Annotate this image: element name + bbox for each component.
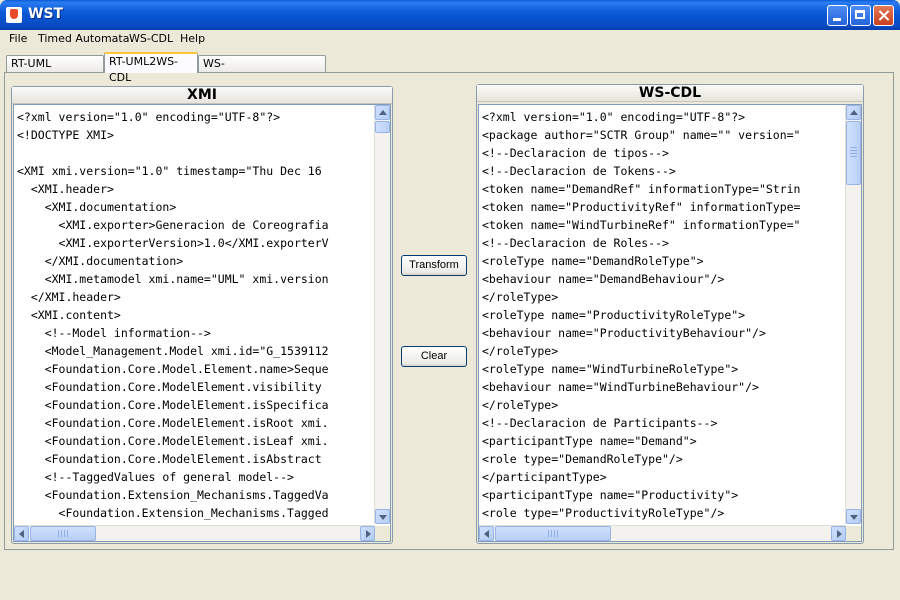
ws-cdl-code-line: </roleType> — [482, 398, 559, 412]
ws-cdl-code-line: <!--Declaracion de Tokens--> — [482, 164, 676, 178]
tab-ws-cdl2timedautomata[interactable]: WS-CDL2TimedAutomata — [198, 55, 326, 86]
maximize-button[interactable] — [850, 5, 871, 26]
xmi-code-line: <Foundation.Core.Model.Element.name>Sequ… — [17, 362, 329, 376]
ws-cdl-code-line: <!--Declaracion de Participants--> — [482, 416, 718, 430]
ws-cdl-code-line: </roleType> — [482, 344, 559, 358]
xmi-vertical-scrollbar[interactable] — [374, 105, 390, 524]
ws-cdl-code-line: <behaviour name="ProductivityBehaviour"/… — [482, 326, 766, 340]
scroll-corner — [846, 526, 861, 541]
xmi-code-line: <XMI.exporter>Generacion de Coreografia — [17, 218, 329, 232]
ws-cdl-code-line: <participantType name="Productivity"> — [482, 488, 739, 502]
xmi-code-line: </XMI.documentation> — [17, 254, 184, 268]
ws-cdl-panel-title: WS-CDL — [477, 85, 863, 102]
xmi-code-line: <Model_Management.Model xmi.id="G_153911… — [17, 344, 329, 358]
xmi-code-line: <Foundation.Core.ModelElement.visibility — [17, 380, 322, 394]
ws-cdl-code-line: <role type="ProductivityRoleType"/> — [482, 506, 725, 520]
tab-strip: RT-UML DIAGRAM RT-UML2WS-CDL WS-CDL2Time… — [4, 52, 896, 86]
xmi-horizontal-scrollbar[interactable] — [14, 525, 375, 541]
xmi-code-line: <XMI.content> — [17, 308, 121, 322]
menu-timed-automata[interactable]: Timed Automata — [38, 32, 129, 45]
ws-cdl-code-line: </participantType> — [482, 470, 607, 484]
xmi-scroll-left-button[interactable] — [14, 526, 29, 541]
xmi-code-line: <Foundation.Core.ModelElement.isRoot xmi… — [17, 416, 329, 430]
ws-cdl-code-line: </roleType> — [482, 290, 559, 304]
ws-cdl-code-line: <roleType name="DemandRoleType"> — [482, 254, 704, 268]
xmi-code-line: <XMI.exporterVersion>1.0</XMI.exporterV — [17, 236, 329, 250]
clear-button[interactable]: Clear — [401, 346, 467, 367]
transform-button[interactable]: Transform — [401, 255, 467, 276]
xmi-scroll-right-button[interactable] — [360, 526, 375, 541]
ws-cdl-panel: WS-CDL <?xml version="1.0" encoding="UTF… — [476, 84, 864, 544]
ws-cdl-code-line: <behaviour name="WindTurbineBehaviour"/> — [482, 380, 759, 394]
ws-cdl-code-line: <!--Declaracion de tipos--> — [482, 146, 669, 160]
xmi-vertical-scroll-thumb[interactable] — [375, 121, 390, 133]
ws-cdl-code-line: <!--Declaracion de Roles--> — [482, 236, 669, 250]
minimize-button[interactable] — [827, 5, 848, 26]
ws-cdl-vertical-scroll-thumb[interactable] — [846, 121, 861, 185]
ws-cdl-code-line: <participantType name="Demand"> — [482, 434, 697, 448]
xmi-code-line: <XMI.header> — [17, 182, 114, 196]
menu-help[interactable]: Help — [180, 32, 205, 45]
xmi-code-line: <XMI xmi.version="1.0" timestamp="Thu De… — [17, 164, 322, 178]
ws-cdl-text-area[interactable]: <?xml version="1.0" encoding="UTF-8"?> <p… — [478, 104, 862, 542]
xmi-code-line: <!--TaggedValues of general model--> — [17, 470, 294, 484]
ws-cdl-scroll-right-button[interactable] — [831, 526, 846, 541]
ws-cdl-code-line: <behaviour name="DemandBehaviour"/> — [482, 272, 725, 286]
xmi-scroll-down-button[interactable] — [375, 509, 390, 524]
xmi-code-line: </XMI.header> — [17, 290, 121, 304]
java-app-icon — [6, 7, 22, 23]
close-button[interactable] — [873, 5, 894, 26]
xmi-panel: XMI <?xml version="1.0" encoding="UTF-8"… — [11, 86, 393, 544]
ws-cdl-code-line: <token name="DemandRef" informationType=… — [482, 182, 801, 196]
ws-cdl-code-line: <package author="SCTR Group" name="" ver… — [482, 128, 801, 142]
ws-cdl-horizontal-scrollbar[interactable] — [479, 525, 846, 541]
ws-cdl-scroll-up-button[interactable] — [846, 105, 861, 120]
xmi-code-line: <Foundation.Extension_Mechanisms.Tagged — [17, 506, 329, 520]
ws-cdl-horizontal-scroll-thumb[interactable] — [495, 526, 611, 541]
xmi-code-line: <Foundation.Core.ModelElement.isLeaf xmi… — [17, 434, 329, 448]
ws-cdl-scroll-down-button[interactable] — [846, 509, 861, 524]
tab-rt-uml-diagram[interactable]: RT-UML DIAGRAM — [6, 55, 104, 86]
ws-cdl-vertical-scrollbar[interactable] — [845, 105, 861, 524]
menu-bar: File Timed Automata WS-CDL Help — [0, 30, 900, 48]
xmi-code-line: <XMI.documentation> — [17, 200, 177, 214]
menu-ws-cdl[interactable]: WS-CDL — [129, 32, 173, 45]
xmi-code-line — [17, 144, 329, 162]
window-title: WST — [28, 6, 64, 22]
ws-cdl-code-line: <role type="DemandRoleType"/> — [482, 452, 683, 466]
xmi-code-line: <Foundation.Extension_Mechanisms.TaggedV… — [17, 488, 329, 502]
tab-rt-uml2ws-cdl[interactable]: RT-UML2WS-CDL — [104, 52, 198, 84]
xmi-code[interactable]: <?xml version="1.0" encoding="UTF-8"?> <!… — [17, 108, 329, 522]
ws-cdl-code-line: <token name="ProductivityRef" informatio… — [482, 200, 801, 214]
ws-cdl-code-line: <roleType name="WindTurbineRoleType"> — [482, 362, 739, 376]
ws-cdl-code-line: <?xml version="1.0" encoding="UTF-8"?> — [482, 110, 746, 124]
xmi-code-line: <Foundation.Core.ModelElement.isSpecific… — [17, 398, 329, 412]
menu-file[interactable]: File — [9, 32, 27, 45]
xmi-code-line: <!DOCTYPE XMI> — [17, 128, 114, 142]
title-bar[interactable]: WST — [0, 0, 900, 30]
ws-cdl-scroll-left-button[interactable] — [479, 526, 494, 541]
xmi-text-area[interactable]: <?xml version="1.0" encoding="UTF-8"?> <!… — [13, 104, 391, 542]
xmi-horizontal-scroll-thumb[interactable] — [30, 526, 96, 541]
xmi-scroll-up-button[interactable] — [375, 105, 390, 120]
ws-cdl-code-line: <roleType name="ProductivityRoleType"> — [482, 308, 746, 322]
xmi-code-line: <!--Model information--> — [17, 326, 211, 340]
xmi-code-line: <XMI.metamodel xmi.name="UML" xmi.versio… — [17, 272, 329, 286]
ws-cdl-code[interactable]: <?xml version="1.0" encoding="UTF-8"?> <p… — [482, 108, 801, 522]
ws-cdl-code-line: <token name="WindTurbineRef" information… — [482, 218, 801, 232]
xmi-code-line: <?xml version="1.0" encoding="UTF-8"?> — [17, 110, 281, 124]
xmi-code-line: <Foundation.Core.ModelElement.isAbstract — [17, 452, 322, 466]
xmi-panel-title: XMI — [12, 87, 392, 104]
scroll-corner — [375, 526, 390, 541]
